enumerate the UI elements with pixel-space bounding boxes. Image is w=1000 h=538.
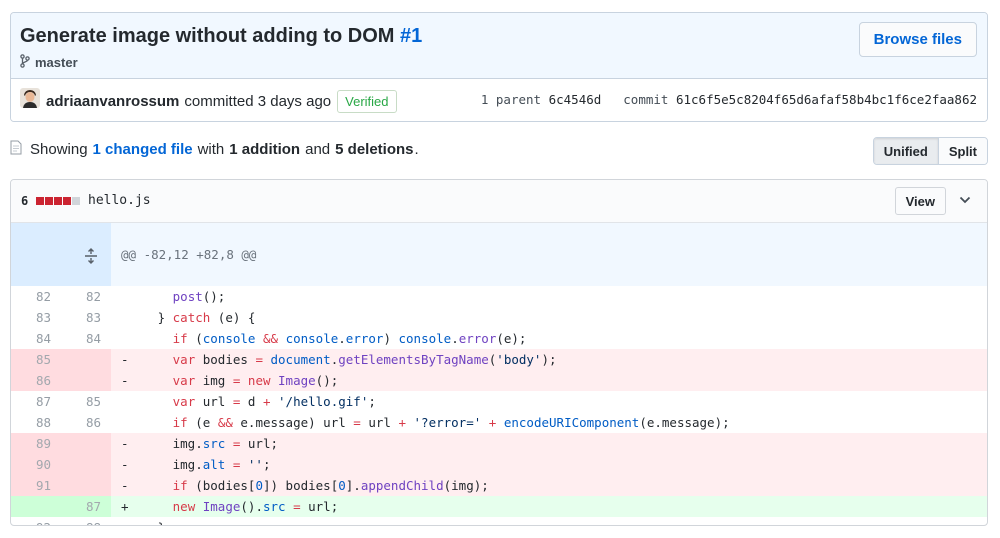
old-line-number[interactable]: 91 <box>11 475 61 496</box>
branch-icon <box>20 54 30 71</box>
split-view-button[interactable]: Split <box>938 138 987 164</box>
hunk-header-row: @@ -82,12 +82,8 @@ <box>11 223 987 286</box>
new-line-number[interactable]: 84 <box>61 328 111 349</box>
diffstat-block <box>72 197 81 205</box>
old-line-number[interactable]: 89 <box>11 433 61 454</box>
commit-title-bar: Generate image without adding to DOM #1 … <box>11 13 987 79</box>
commit-label: commit <box>623 92 669 107</box>
diffstat-block <box>45 197 54 205</box>
verified-badge[interactable]: Verified <box>337 90 397 113</box>
diff-line: 88 86 if (e && e.message) url = url + '?e… <box>11 412 987 433</box>
diff-line-deleted: 91 - if (bodies[0]) bodies[0].appendChild… <box>11 475 987 496</box>
code-line: var url = d + '/hello.gif'; <box>172 394 376 409</box>
avatar[interactable] <box>20 88 40 108</box>
file-name-link[interactable]: hello.js <box>88 193 151 208</box>
code-line: } catch (e) { <box>135 310 256 325</box>
diff-line: 87 85 var url = d + '/hello.gif'; <box>11 391 987 412</box>
old-line-number[interactable]: 92 <box>11 517 61 525</box>
diffstat-block <box>54 197 63 205</box>
change-count: 6 <box>21 194 29 208</box>
new-line-number[interactable]: 88 <box>61 517 111 525</box>
commit-sha: 61c6f5e5c8204f65d6afaf58b4bc1f6ce2faa862 <box>675 92 977 107</box>
new-line-number[interactable]: 87 <box>61 496 111 517</box>
with-text: with <box>197 141 225 158</box>
view-file-button[interactable]: View <box>894 187 946 215</box>
commit-title: Generate image without adding to DOM #1 <box>20 25 422 48</box>
file-diff-icon <box>10 140 22 159</box>
commit-meta: adriaanvanrossum committed 3 days ago Ve… <box>11 79 987 121</box>
old-line-number[interactable]: 82 <box>11 286 61 307</box>
new-line-number[interactable] <box>61 349 111 370</box>
new-line-number[interactable]: 83 <box>61 307 111 328</box>
code-line: - var bodies = document.getElementsByTag… <box>111 349 987 370</box>
old-line-number[interactable] <box>11 496 61 517</box>
summary-period: . <box>414 141 419 158</box>
diff-line: 83 83 } catch (e) { <box>11 307 987 328</box>
diff-count: 6 <box>21 194 81 208</box>
new-line-number[interactable] <box>61 433 111 454</box>
code-line: - if (bodies[0]) bodies[0].appendChild(i… <box>111 475 987 496</box>
new-line-number[interactable] <box>61 370 111 391</box>
chevron-down-icon[interactable] <box>957 192 973 208</box>
code-line: } <box>111 517 987 525</box>
pull-request-link[interactable]: #1 <box>400 25 422 47</box>
code-line: - img.alt = ''; <box>111 454 987 475</box>
diff-line-deleted: 90 - img.alt = ''; <box>11 454 987 475</box>
diff-line-deleted: 89 - img.src = url; <box>11 433 987 454</box>
showing-text: Showing <box>30 141 88 158</box>
old-line-number[interactable]: 88 <box>11 412 61 433</box>
parent-info: 1 parent 6c4546d commit 61c6f5e5c8204f65d… <box>481 92 977 107</box>
deletions-count: 5 deletions <box>335 141 414 158</box>
code-line: - img.src = url; <box>111 433 987 454</box>
code-line: + new Image().src = url; <box>111 496 987 517</box>
diff-line: 84 84 if (console && console.error) conso… <box>11 328 987 349</box>
diffstat-block <box>36 197 45 205</box>
old-line-number[interactable]: 87 <box>11 391 61 412</box>
diff-line-added: 87 + new Image().src = url; <box>11 496 987 517</box>
new-line-number[interactable] <box>61 475 111 496</box>
file-header: 6 hello.js View <box>11 180 987 223</box>
diff-line-deleted: 86 - var img = new Image(); <box>11 370 987 391</box>
browse-files-button[interactable]: Browse files <box>858 22 977 57</box>
branch-name: master <box>35 55 78 70</box>
old-line-number[interactable]: 86 <box>11 370 61 391</box>
code-line: if (e && e.message) url = url + '?error=… <box>172 415 730 430</box>
new-line-number[interactable] <box>61 454 111 475</box>
diff-line: 82 82 post(); <box>11 286 987 307</box>
new-line-number[interactable]: 85 <box>61 391 111 412</box>
new-line-number[interactable]: 82 <box>61 286 111 307</box>
unified-view-button[interactable]: Unified <box>873 138 939 164</box>
author-link[interactable]: adriaanvanrossum <box>46 93 179 110</box>
code-line: if (console && console.error) console.er… <box>172 331 527 346</box>
old-line-number[interactable]: 83 <box>11 307 61 328</box>
code-line: - var img = new Image(); <box>111 370 987 391</box>
commit-header: Generate image without adding to DOM #1 … <box>10 12 988 122</box>
diff-view-toggle: Unified Split <box>872 137 988 165</box>
additions-count: 1 addition <box>229 141 301 158</box>
diff-table: @@ -82,12 +82,8 @@ 82 82 post(); 83 83 } c… <box>11 223 987 525</box>
hunk-header: @@ -82,12 +82,8 @@ <box>111 223 987 286</box>
branch-label: master <box>20 54 78 71</box>
old-line-number[interactable]: 85 <box>11 349 61 370</box>
file-diff: 6 hello.js View @@ -82,12 +82,8 @@ 82 82 … <box>10 179 988 526</box>
diffstat-block <box>63 197 72 205</box>
diffstat-bar <box>36 197 81 205</box>
new-line-number[interactable]: 86 <box>61 412 111 433</box>
commit-time: committed 3 days ago <box>184 93 332 110</box>
diff-line-deleted: 85 - var bodies = document.getElementsByT… <box>11 349 987 370</box>
expand-icon[interactable] <box>11 223 111 286</box>
diff-line: 9288 } <box>11 517 987 525</box>
old-line-number[interactable]: 84 <box>11 328 61 349</box>
and-text: and <box>305 141 331 158</box>
author-line: adriaanvanrossum committed 3 days ago Ve… <box>46 90 397 113</box>
parent-sha-link[interactable]: 6c4546d <box>549 92 602 107</box>
diff-summary: Showing 1 changed file with 1 addition a… <box>10 140 419 159</box>
commit-title-text: Generate image without adding to DOM <box>20 25 395 47</box>
code-line: post(); <box>172 289 226 304</box>
changed-files-link[interactable]: 1 changed file <box>93 141 193 158</box>
old-line-number[interactable]: 90 <box>11 454 61 475</box>
parent-label: 1 parent <box>480 92 542 107</box>
